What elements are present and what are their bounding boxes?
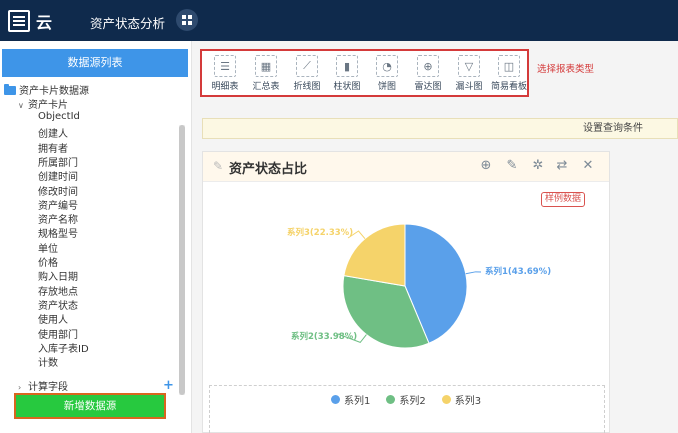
tool-label: 明细表 bbox=[211, 82, 239, 92]
tree-field-item[interactable]: 创建时间 bbox=[38, 168, 78, 183]
legend-item[interactable]: 系列2 bbox=[386, 392, 426, 407]
report-type-toolbar: ☰ 明细表 ▦ 汇总表 ⟋ 折线图 ▮ 柱状图 ◔ 饼图 ⊕ 雷达图 ▽ 漏斗图 ◫ 简易看板 bbox=[200, 49, 529, 97]
app-logo[interactable]: 云 bbox=[8, 9, 53, 33]
funnel-chart-icon: ▽ bbox=[458, 55, 480, 77]
tool-label: 雷达图 bbox=[414, 82, 442, 92]
tree-field-item[interactable]: 拥有者 bbox=[38, 140, 68, 155]
slice-leader-line bbox=[465, 271, 482, 275]
top-bar: 云 资产状态分析 bbox=[0, 0, 678, 41]
datasource-panel: 数据源列表 资产卡片数据源 ∨ 资产卡片 ObjectId 创建人 拥有者 所属部门 创建… bbox=[0, 41, 192, 433]
tree-field-item[interactable]: 规格型号 bbox=[38, 225, 78, 240]
tool-label: 汇总表 bbox=[252, 82, 280, 92]
slice-data-label: 系列1(43.69%) bbox=[485, 266, 551, 277]
tool-pie-chart[interactable]: ◔ 饼图 bbox=[368, 55, 406, 92]
tool-label: 柱状图 bbox=[333, 82, 361, 92]
tree-field-item[interactable]: 创建人 bbox=[38, 125, 68, 140]
tool-bar-chart[interactable]: ▮ 柱状图 bbox=[328, 55, 366, 92]
tool-label: 简易看板 bbox=[490, 82, 527, 92]
tree-field-item[interactable]: 价格 bbox=[38, 254, 58, 269]
slice-data-label: 系列3(22.33%) bbox=[287, 227, 353, 238]
tree-field-item[interactable]: 购入日期 bbox=[38, 268, 78, 283]
report-type-hint: 选择报表类型 bbox=[537, 64, 595, 75]
tree-field-item[interactable]: 资产名称 bbox=[38, 211, 78, 226]
tree-group-node[interactable]: ∨ 资产卡片 bbox=[18, 96, 68, 111]
tool-dashboard[interactable]: ◫ 简易看板 bbox=[490, 55, 528, 92]
legend-label: 系列3 bbox=[454, 396, 482, 407]
datasource-tree: 资产卡片数据源 ∨ 资产卡片 ObjectId 创建人 拥有者 所属部门 创建时间 修改时间… bbox=[0, 82, 180, 382]
tree-scrollbar[interactable] bbox=[179, 125, 185, 395]
legend-label: 系列2 bbox=[399, 396, 426, 407]
legend-item[interactable]: 系列3 bbox=[441, 392, 482, 407]
tool-label: 漏斗图 bbox=[455, 82, 483, 92]
scrollbar-thumb[interactable] bbox=[179, 125, 185, 395]
add-datasource-button[interactable]: 新增数据源 bbox=[14, 393, 166, 419]
tree-field-item[interactable]: 修改时间 bbox=[38, 183, 78, 198]
chart-panel: ✎ 资产状态占比 ⊕ ✎ ✲ ⇄ ✕ 样例数据 系列1(43.69%) 系列2(3… bbox=[202, 151, 610, 433]
tree-collapsed-group[interactable]: › 计算字段 bbox=[18, 378, 68, 393]
pie-chart-icon: ◔ bbox=[376, 55, 398, 77]
tree-field-item[interactable]: 存放地点 bbox=[38, 283, 78, 298]
logo-mark-icon bbox=[8, 10, 30, 32]
caret-right-icon: › bbox=[18, 383, 22, 392]
legend-swatch bbox=[386, 395, 396, 404]
tool-funnel-chart[interactable]: ▽ 漏斗图 bbox=[450, 55, 488, 92]
legend-swatch bbox=[441, 395, 451, 404]
collapsed-group-label: 计算字段 bbox=[28, 382, 68, 393]
tree-field-item[interactable]: 资产状态 bbox=[38, 297, 78, 312]
pie-chart: 系列1(43.69%) 系列2(33.98%) 系列3(22.33%) bbox=[287, 223, 551, 349]
tree-field-item[interactable]: 单位 bbox=[38, 240, 58, 255]
chart-legend: 系列1 系列2 系列3 bbox=[331, 392, 481, 407]
bar-chart-icon: ▮ bbox=[336, 55, 358, 77]
radar-chart-icon: ⊕ bbox=[417, 55, 439, 77]
summary-table-icon: ▦ bbox=[255, 55, 277, 77]
dashboard-icon: ◫ bbox=[498, 55, 520, 77]
query-conditions-bar[interactable]: 设置查询条件 bbox=[202, 118, 678, 139]
tool-label: 饼图 bbox=[377, 82, 396, 92]
tree-field-item[interactable]: 使用部门 bbox=[38, 326, 78, 341]
tool-detail-table[interactable]: ☰ 明细表 bbox=[206, 55, 244, 92]
legend-label: 系列1 bbox=[344, 396, 371, 407]
datasource-list-header[interactable]: 数据源列表 bbox=[2, 49, 188, 77]
legend-item[interactable]: 系列1 bbox=[331, 392, 370, 407]
tree-field-item[interactable]: 资产编号 bbox=[38, 197, 78, 212]
tree-root-node[interactable]: 资产卡片数据源 bbox=[4, 82, 89, 97]
tree-field-item[interactable]: 所属部门 bbox=[38, 154, 78, 169]
caret-down-icon: ∨ bbox=[18, 101, 24, 110]
tool-radar-chart[interactable]: ⊕ 雷达图 bbox=[409, 55, 447, 92]
grid-icon bbox=[182, 15, 192, 25]
tree-field-item[interactable]: 计数 bbox=[38, 354, 58, 369]
tree-field-item[interactable]: ObjectId bbox=[38, 111, 80, 122]
logo-text: 云 bbox=[36, 13, 54, 32]
app-grid-button[interactable] bbox=[176, 9, 198, 31]
tool-label: 折线图 bbox=[293, 82, 321, 92]
tree-group-label: 资产卡片 bbox=[28, 100, 68, 111]
add-field-icon[interactable]: + bbox=[163, 378, 174, 393]
detail-table-icon: ☰ bbox=[214, 55, 236, 77]
slice-data-label: 系列2(33.98%) bbox=[291, 331, 357, 342]
tree-field-item[interactable]: 入库子表ID bbox=[38, 340, 89, 355]
legend-swatch bbox=[331, 395, 340, 404]
tree-field-item[interactable]: 使用人 bbox=[38, 311, 68, 326]
folder-icon bbox=[4, 84, 16, 95]
tool-summary-table[interactable]: ▦ 汇总表 bbox=[247, 55, 285, 92]
app-title: 资产状态分析 bbox=[90, 16, 166, 31]
tool-line-chart[interactable]: ⟋ 折线图 bbox=[288, 55, 326, 92]
line-chart-icon: ⟋ bbox=[296, 55, 318, 77]
